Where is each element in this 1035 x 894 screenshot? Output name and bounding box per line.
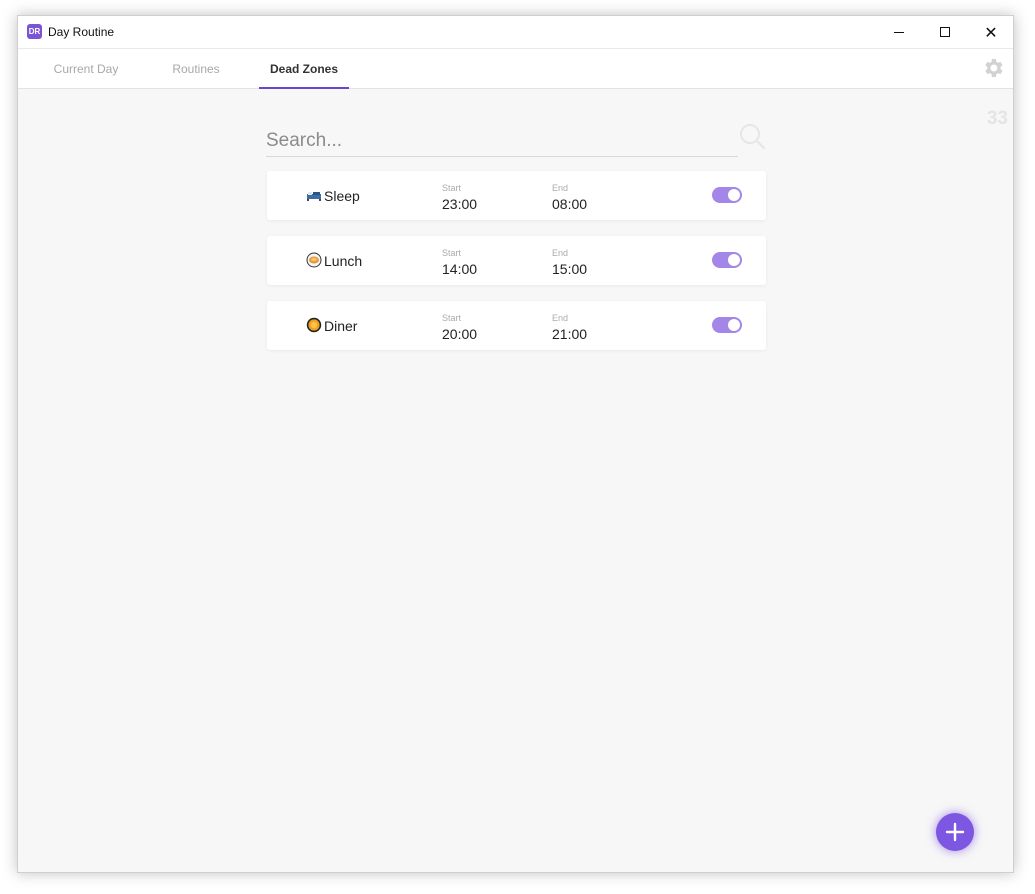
tab-bar: Current Day Routines Dead Zones bbox=[18, 48, 1013, 89]
start-label: Start bbox=[442, 183, 462, 193]
start-time: 20:00 bbox=[442, 326, 478, 342]
window-title: Day Routine bbox=[48, 25, 115, 39]
titlebar: DR Day Routine ✕ bbox=[18, 16, 1013, 48]
app-logo-icon: DR bbox=[27, 24, 42, 39]
gear-icon[interactable] bbox=[981, 56, 1005, 80]
enable-toggle[interactable] bbox=[712, 187, 742, 203]
food-plate-icon bbox=[306, 317, 322, 333]
end-time: 21:00 bbox=[552, 326, 588, 342]
enable-toggle[interactable] bbox=[712, 252, 742, 268]
plus-icon bbox=[945, 822, 965, 842]
add-dead-zone-button[interactable] bbox=[936, 813, 974, 851]
end-label: End bbox=[552, 313, 569, 323]
minimize-button[interactable] bbox=[876, 16, 922, 48]
start-time: 23:00 bbox=[442, 196, 478, 212]
search-icon[interactable] bbox=[738, 122, 766, 150]
start-label: Start bbox=[442, 313, 462, 323]
toggle-knob bbox=[728, 319, 740, 331]
dead-zone-card[interactable]: Lunch Start 14:00 End 15:00 bbox=[267, 236, 766, 285]
end-time: 08:00 bbox=[552, 196, 588, 212]
toggle-knob bbox=[728, 254, 740, 266]
sleeping-bed-icon bbox=[307, 192, 321, 201]
bento-box-icon bbox=[306, 252, 322, 268]
start-label: Start bbox=[442, 248, 462, 258]
enable-toggle[interactable] bbox=[712, 317, 742, 333]
close-button[interactable]: ✕ bbox=[968, 16, 1013, 48]
tab-current-day[interactable]: Current Day bbox=[41, 49, 131, 89]
start-time: 14:00 bbox=[442, 261, 478, 277]
dead-zone-count: 33 bbox=[986, 108, 1008, 129]
search-input[interactable] bbox=[266, 126, 738, 156]
tab-dead-zones[interactable]: Dead Zones bbox=[259, 49, 349, 89]
end-time: 15:00 bbox=[552, 261, 588, 277]
tab-routines[interactable]: Routines bbox=[151, 49, 241, 89]
dead-zone-name: Lunch bbox=[324, 253, 363, 269]
active-tab-indicator bbox=[259, 87, 349, 89]
search-bar bbox=[266, 126, 738, 157]
close-icon: ✕ bbox=[984, 22, 998, 42]
dead-zone-card[interactable]: Sleep Start 23:00 End 08:00 bbox=[267, 171, 766, 220]
minimize-icon bbox=[894, 31, 904, 33]
app-window: DR Day Routine ✕ Current Day Routines De… bbox=[17, 15, 1014, 873]
dead-zone-card[interactable]: Diner Start 20:00 End 21:00 bbox=[267, 301, 766, 350]
end-label: End bbox=[552, 248, 569, 258]
end-label: End bbox=[552, 183, 569, 193]
tab-dead-zones-label: Dead Zones bbox=[269, 62, 338, 76]
maximize-button[interactable] bbox=[922, 16, 968, 48]
dead-zone-name: Sleep bbox=[324, 188, 360, 204]
dead-zone-name: Diner bbox=[324, 318, 358, 334]
toggle-knob bbox=[728, 189, 740, 201]
maximize-icon bbox=[940, 27, 950, 37]
